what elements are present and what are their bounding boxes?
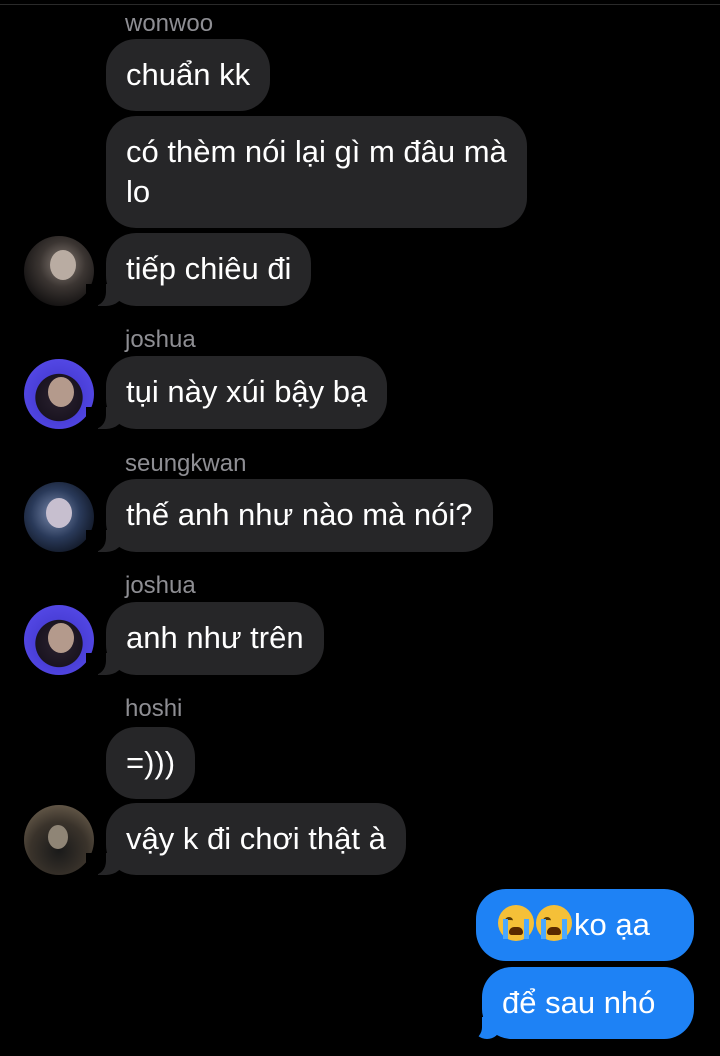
- message-bubble-emoticon[interactable]: =))): [106, 727, 196, 799]
- avatar-hoshi[interactable]: [24, 805, 94, 875]
- loudly-crying-face-icon: [498, 905, 534, 941]
- message-bubble-chuan-kk[interactable]: chuẩn kk: [106, 39, 271, 111]
- avatar-wonwoo[interactable]: [24, 236, 94, 306]
- outgoing-message-text: ko ạa: [574, 907, 650, 942]
- outgoing-message-ko-aa[interactable]: ko ạa: [476, 889, 694, 961]
- message-bubble-co-them-noi[interactable]: có thèm nói lại gì m đâu mà lo: [106, 116, 527, 228]
- avatar-seungkwan[interactable]: [24, 482, 94, 552]
- sender-name-joshua: joshua: [125, 326, 196, 353]
- message-bubble-vay-k-di-choi[interactable]: vậy k đi chơi thật à: [86, 803, 406, 875]
- message-bubble-tui-nay-xui[interactable]: tụi này xúi bậy bạ: [85, 356, 388, 429]
- message-bubble-anh-nhu-tren[interactable]: anh như trên: [86, 602, 324, 675]
- avatar-joshua[interactable]: [24, 359, 94, 429]
- outgoing-message-de-sau-nho[interactable]: để sau nhó: [462, 967, 694, 1039]
- sender-name-wonwoo: wonwoo: [125, 10, 214, 37]
- message-bubble-tiep-chieu-di[interactable]: tiếp chiêu đi: [85, 233, 312, 306]
- sender-name-hoshi: hoshi: [125, 695, 183, 722]
- message-bubble-the-anh-nhu-nao[interactable]: thế anh như nào mà nói?: [86, 479, 493, 552]
- sender-name-joshua: joshua: [125, 572, 196, 599]
- avatar-joshua[interactable]: [24, 605, 94, 675]
- loudly-crying-face-icon: [536, 905, 572, 941]
- sender-name-seungkwan: seungkwan: [125, 450, 247, 477]
- top-divider: [0, 4, 720, 5]
